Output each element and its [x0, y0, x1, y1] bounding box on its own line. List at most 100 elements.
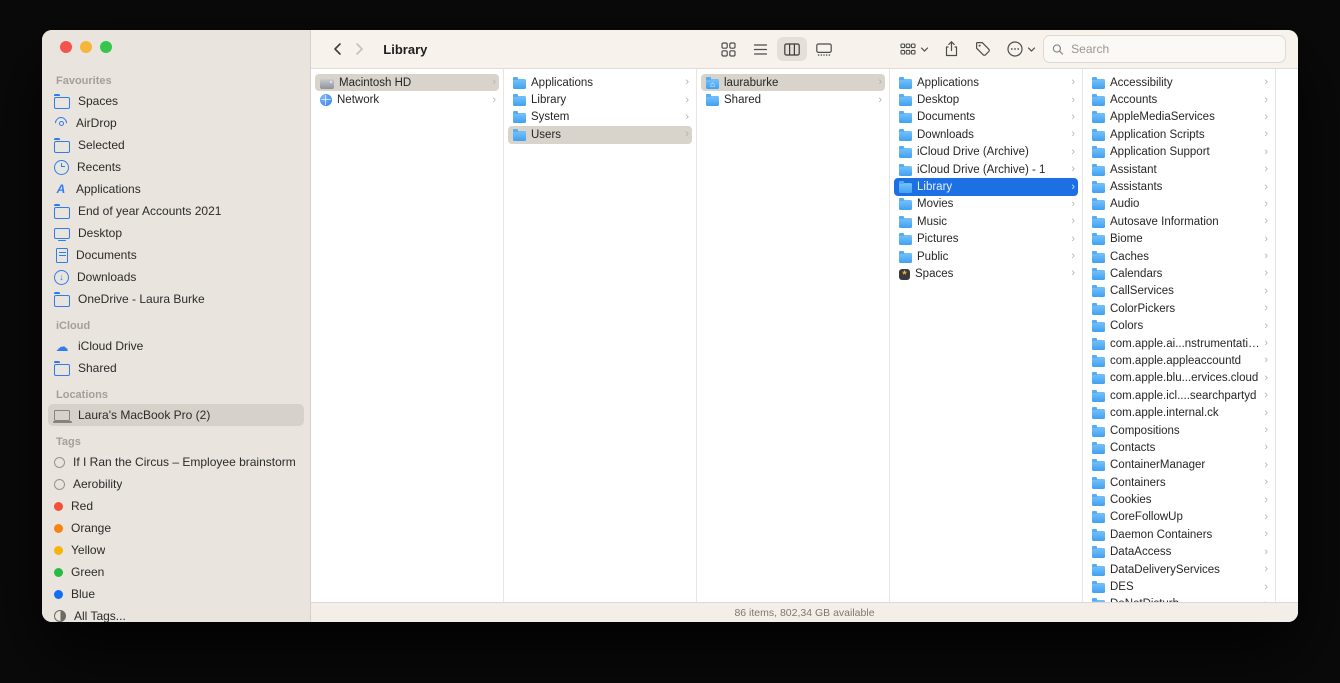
- zoom-button[interactable]: [100, 41, 112, 53]
- column-empty: [1276, 69, 1298, 602]
- file-row-colors[interactable]: Colors ›: [1087, 317, 1271, 334]
- more-button[interactable]: [999, 37, 1043, 61]
- file-row-assistant[interactable]: Assistant ›: [1087, 161, 1271, 178]
- folder-icon: [1092, 76, 1105, 89]
- minimize-button[interactable]: [80, 41, 92, 53]
- file-row-public[interactable]: Public ›: [894, 248, 1078, 265]
- file-row-application-support[interactable]: Application Support ›: [1087, 144, 1271, 161]
- file-row-colorpickers[interactable]: ColorPickers ›: [1087, 300, 1271, 317]
- sidebar-item-applications[interactable]: Applications: [48, 178, 304, 200]
- sidebar-item-yellow[interactable]: Yellow: [48, 539, 304, 561]
- file-row-contacts[interactable]: Contacts ›: [1087, 439, 1271, 456]
- file-row-assistants[interactable]: Assistants ›: [1087, 178, 1271, 195]
- file-row-com-apple-ai-nstrumentation[interactable]: com.apple.ai...nstrumentation ›: [1087, 335, 1271, 352]
- sidebar-item-if-i-ran-the-circus-employee-brainstorm[interactable]: If I Ran the Circus – Employee brainstor…: [48, 451, 304, 473]
- file-row-com-apple-internal-ck[interactable]: com.apple.internal.ck ›: [1087, 404, 1271, 421]
- icon-view-button[interactable]: [713, 37, 743, 61]
- sidebar-item-onedrive-laura-burke[interactable]: OneDrive - Laura Burke: [48, 288, 304, 310]
- file-row-macintosh-hd[interactable]: Macintosh HD ›: [315, 74, 499, 92]
- sidebar-item-desktop[interactable]: Desktop: [48, 222, 304, 244]
- file-row-desktop[interactable]: Desktop ›: [894, 91, 1078, 108]
- tag-button[interactable]: [967, 37, 999, 61]
- file-name: iCloud Drive (Archive): [917, 146, 1029, 159]
- file-name: CoreFollowUp: [1110, 511, 1183, 524]
- file-row-music[interactable]: Music ›: [894, 213, 1078, 230]
- sidebar-item-documents[interactable]: Documents: [48, 244, 304, 266]
- sidebar-item-downloads[interactable]: Downloads: [48, 266, 304, 288]
- file-name: ColorPickers: [1110, 302, 1176, 315]
- file-row-des[interactable]: DES ›: [1087, 578, 1271, 595]
- file-row-compositions[interactable]: Compositions ›: [1087, 422, 1271, 439]
- folder-icon: [513, 94, 526, 107]
- file-row-containermanager[interactable]: ContainerManager ›: [1087, 457, 1271, 474]
- file-row-icloud-drive-archive[interactable]: iCloud Drive (Archive) ›: [894, 144, 1078, 161]
- sidebar-item-selected[interactable]: Selected: [48, 134, 304, 156]
- file-row-audio[interactable]: Audio ›: [1087, 196, 1271, 213]
- file-row-shared[interactable]: Shared ›: [701, 91, 885, 108]
- file-row-applemediaservices[interactable]: AppleMediaServices ›: [1087, 109, 1271, 126]
- file-row-com-apple-icl-searchpartyd[interactable]: com.apple.icl....searchpartyd ›: [1087, 387, 1271, 404]
- file-row-pictures[interactable]: Pictures ›: [894, 231, 1078, 248]
- file-row-accounts[interactable]: Accounts ›: [1087, 91, 1271, 108]
- file-row-autosave-information[interactable]: Autosave Information ›: [1087, 213, 1271, 230]
- chevron-right-icon: ›: [1264, 528, 1268, 541]
- sidebar-item-orange[interactable]: Orange: [48, 517, 304, 539]
- file-row-icloud-drive-archive-1[interactable]: iCloud Drive (Archive) - 1 ›: [894, 161, 1078, 178]
- sidebar-item-aerobility[interactable]: Aerobility: [48, 473, 304, 495]
- file-row-corefollowup[interactable]: CoreFollowUp ›: [1087, 509, 1271, 526]
- status-bar: 86 items, 802,34 GB available: [311, 602, 1298, 622]
- close-button[interactable]: [60, 41, 72, 53]
- sidebar-item-spaces[interactable]: Spaces: [48, 90, 304, 112]
- file-row-com-apple-blu-ervices-cloud[interactable]: com.apple.blu...ervices.cloud ›: [1087, 370, 1271, 387]
- sidebar-item-green[interactable]: Green: [48, 561, 304, 583]
- file-name: iCloud Drive (Archive) - 1: [917, 163, 1046, 176]
- file-row-spaces[interactable]: Spaces ›: [894, 265, 1078, 282]
- file-row-calendars[interactable]: Calendars ›: [1087, 265, 1271, 282]
- file-row-containers[interactable]: Containers ›: [1087, 474, 1271, 491]
- sidebar-item-laura-s-macbook-pro-2[interactable]: Laura's MacBook Pro (2): [48, 404, 304, 426]
- file-row-datadeliveryservices[interactable]: DataDeliveryServices ›: [1087, 561, 1271, 578]
- sidebar-item-shared[interactable]: Shared: [48, 357, 304, 379]
- file-row-caches[interactable]: Caches ›: [1087, 248, 1271, 265]
- file-name: Calendars: [1110, 267, 1163, 280]
- file-row-biome[interactable]: Biome ›: [1087, 231, 1271, 248]
- cloud-icon: [54, 340, 70, 353]
- file-row-applications[interactable]: Applications ›: [894, 74, 1078, 91]
- file-row-system[interactable]: System ›: [508, 109, 692, 126]
- file-row-dataaccess[interactable]: DataAccess ›: [1087, 544, 1271, 561]
- file-name: CallServices: [1110, 285, 1174, 298]
- file-row-movies[interactable]: Movies ›: [894, 196, 1078, 213]
- file-row-callservices[interactable]: CallServices ›: [1087, 283, 1271, 300]
- group-button[interactable]: [892, 37, 936, 61]
- file-row-lauraburke[interactable]: lauraburke ›: [701, 74, 885, 92]
- forward-button[interactable]: [348, 37, 369, 61]
- file-row-users[interactable]: Users ›: [508, 126, 692, 144]
- file-row-library[interactable]: Library ›: [508, 91, 692, 108]
- file-row-daemon-containers[interactable]: Daemon Containers ›: [1087, 526, 1271, 543]
- file-row-com-apple-appleaccountd[interactable]: com.apple.appleaccountd ›: [1087, 352, 1271, 369]
- file-name: Assistants: [1110, 181, 1163, 194]
- back-button[interactable]: [327, 37, 348, 61]
- share-button[interactable]: [936, 37, 967, 61]
- sidebar-item-airdrop[interactable]: AirDrop: [48, 112, 304, 134]
- sidebar-item-blue[interactable]: Blue: [48, 583, 304, 605]
- sidebar-item-recents[interactable]: Recents: [48, 156, 304, 178]
- search-input[interactable]: [1069, 41, 1277, 57]
- file-row-cookies[interactable]: Cookies ›: [1087, 491, 1271, 508]
- list-view-button[interactable]: [745, 37, 775, 61]
- search-field[interactable]: [1043, 35, 1286, 63]
- sidebar-item-all-tags[interactable]: All Tags...: [48, 605, 304, 622]
- column-view-button[interactable]: [777, 37, 808, 61]
- sidebar-item-red[interactable]: Red: [48, 495, 304, 517]
- file-row-application-scripts[interactable]: Application Scripts ›: [1087, 126, 1271, 143]
- file-row-documents[interactable]: Documents ›: [894, 109, 1078, 126]
- gallery-view-button[interactable]: [809, 37, 839, 61]
- file-row-applications[interactable]: Applications ›: [508, 74, 692, 91]
- sidebar-item-icloud-drive[interactable]: iCloud Drive: [48, 335, 304, 357]
- file-row-accessibility[interactable]: Accessibility ›: [1087, 74, 1271, 91]
- chevron-right-icon: ›: [1264, 180, 1268, 193]
- file-row-network[interactable]: Network ›: [315, 91, 499, 108]
- sidebar-item-end-of-year-accounts-2021[interactable]: End of year Accounts 2021: [48, 200, 304, 222]
- file-row-downloads[interactable]: Downloads ›: [894, 126, 1078, 143]
- file-row-library[interactable]: Library ›: [894, 178, 1078, 196]
